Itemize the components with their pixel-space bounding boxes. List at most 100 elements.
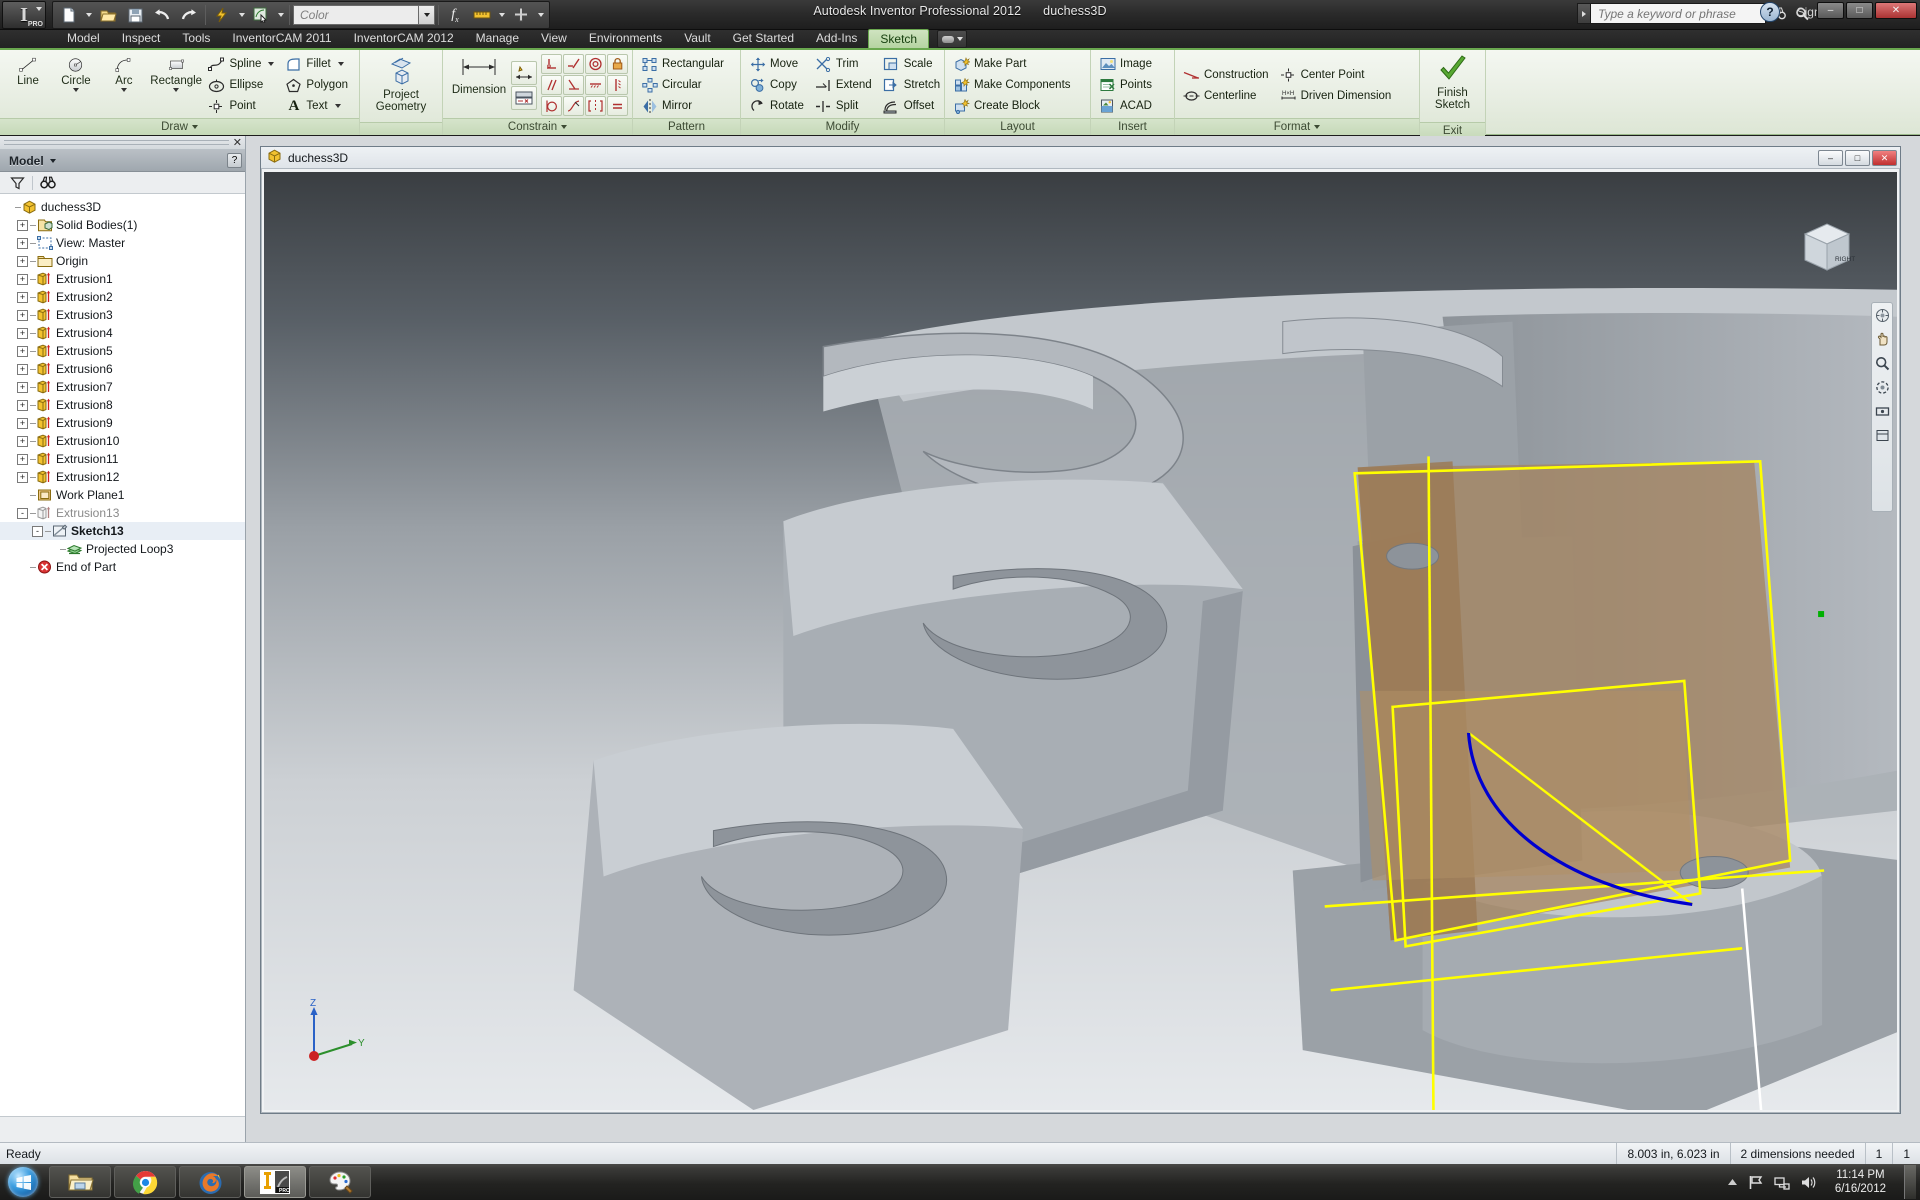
tab-add-ins[interactable]: Add-Ins bbox=[805, 29, 868, 48]
ribbon-display-options-button[interactable] bbox=[937, 30, 968, 48]
model-tree[interactable]: duchess3D + Solid Bodies(1) + View: Master + O… bbox=[0, 194, 245, 1116]
show-hidden-icons-button[interactable] bbox=[1727, 1178, 1738, 1187]
horizontal-constraint-icon[interactable] bbox=[585, 75, 606, 95]
qat-more-dropdown[interactable] bbox=[535, 3, 546, 27]
circular-pattern-button[interactable]: Circular bbox=[639, 75, 729, 95]
fix-constraint-icon[interactable] bbox=[607, 54, 628, 74]
chevron-down-icon[interactable] bbox=[268, 62, 275, 66]
perpendicular-constraint-icon[interactable] bbox=[563, 75, 584, 95]
tree-item-extrusion3[interactable]: + Extrusion3 bbox=[0, 306, 245, 324]
expand-icon[interactable]: + bbox=[17, 435, 28, 447]
action-center-flag-icon[interactable] bbox=[1748, 1175, 1764, 1190]
split-button[interactable]: Split bbox=[813, 96, 877, 116]
full-navigation-wheel-icon[interactable] bbox=[1874, 307, 1890, 323]
stretch-button[interactable]: Stretch bbox=[881, 75, 945, 95]
tab-sketch[interactable]: Sketch bbox=[868, 29, 930, 48]
ellipse-button[interactable]: Ellipse bbox=[206, 75, 279, 95]
chevron-down-icon[interactable] bbox=[120, 88, 127, 92]
parameters-button[interactable]: fx bbox=[442, 3, 468, 27]
update-dropdown[interactable] bbox=[236, 3, 247, 27]
panel-title-constrain[interactable]: Constrain bbox=[443, 118, 632, 135]
search-input[interactable] bbox=[1590, 3, 1766, 24]
taskbar-autodesk-inventor[interactable]: PRO bbox=[244, 1166, 306, 1198]
tree-item-sketch13[interactable]: - Sketch13 bbox=[0, 522, 245, 540]
scale-button[interactable]: Scale bbox=[881, 54, 945, 74]
chevron-down-icon[interactable] bbox=[334, 104, 341, 108]
collapse-icon[interactable]: - bbox=[32, 525, 43, 537]
color-style-dropdown[interactable] bbox=[419, 5, 435, 25]
minimize-button[interactable]: – bbox=[1817, 2, 1844, 19]
acad-button[interactable]: ACAD bbox=[1097, 96, 1157, 116]
select-mode-button[interactable] bbox=[248, 3, 274, 27]
tab-environments[interactable]: Environments bbox=[578, 29, 673, 48]
network-icon[interactable] bbox=[1774, 1175, 1790, 1190]
open-file-button[interactable] bbox=[95, 3, 121, 27]
image-button[interactable]: Image bbox=[1097, 54, 1157, 74]
rectangular-pattern-button[interactable]: Rectangular bbox=[639, 54, 729, 74]
tree-item-work-plane1[interactable]: Work Plane1 bbox=[0, 486, 245, 504]
center-point-button[interactable]: Center Point bbox=[1278, 65, 1397, 85]
browser-close-icon[interactable]: ✕ bbox=[233, 136, 242, 149]
centerline-button[interactable]: Centerline bbox=[1181, 86, 1274, 106]
undo-button[interactable] bbox=[149, 3, 175, 27]
trim-button[interactable]: Trim bbox=[813, 54, 877, 74]
tree-item-extrusion4[interactable]: + Extrusion4 bbox=[0, 324, 245, 342]
redo-button[interactable] bbox=[176, 3, 202, 27]
document-close-button[interactable]: ✕ bbox=[1872, 150, 1897, 166]
vertical-constraint-icon[interactable] bbox=[607, 75, 628, 95]
volume-icon[interactable] bbox=[1800, 1175, 1817, 1190]
expand-icon[interactable]: + bbox=[17, 417, 28, 429]
tab-vault[interactable]: Vault bbox=[673, 29, 721, 48]
tab-get-started[interactable]: Get Started bbox=[722, 29, 805, 48]
tree-item-view-master[interactable]: + View: Master bbox=[0, 234, 245, 252]
chevron-down-icon[interactable] bbox=[72, 88, 79, 92]
tree-item-duchess3d[interactable]: duchess3D bbox=[0, 198, 245, 216]
taskbar-clock[interactable]: 11:14 PM 6/16/2012 bbox=[1827, 1168, 1894, 1196]
panel-title-draw[interactable]: Draw bbox=[0, 118, 359, 135]
line-button[interactable]: Line bbox=[4, 53, 52, 117]
taskbar-windows-explorer[interactable] bbox=[49, 1166, 111, 1198]
rotate-button[interactable]: Rotate bbox=[747, 96, 809, 116]
browser-help-icon[interactable]: ? bbox=[227, 153, 242, 168]
zoom-icon[interactable] bbox=[1874, 355, 1890, 371]
tree-item-solid-bodies-1[interactable]: + Solid Bodies(1) bbox=[0, 216, 245, 234]
graphics-viewport[interactable]: RIGHT Z Y bbox=[264, 172, 1897, 1110]
tree-item-extrusion9[interactable]: + Extrusion9 bbox=[0, 414, 245, 432]
save-file-button[interactable] bbox=[122, 3, 148, 27]
fillet-button[interactable]: Fillet bbox=[283, 54, 353, 74]
collinear-constraint-icon[interactable] bbox=[563, 54, 584, 74]
circle-button[interactable]: Circle bbox=[52, 53, 100, 117]
tree-item-extrusion8[interactable]: + Extrusion8 bbox=[0, 396, 245, 414]
expand-icon[interactable]: + bbox=[17, 345, 28, 357]
tangent-constraint-icon[interactable] bbox=[541, 96, 562, 116]
equal-constraint-icon[interactable] bbox=[607, 96, 628, 116]
tree-item-extrusion1[interactable]: + Extrusion1 bbox=[0, 270, 245, 288]
text-button[interactable]: A Text bbox=[283, 96, 353, 116]
expand-icon[interactable]: + bbox=[17, 399, 28, 411]
tab-view[interactable]: View bbox=[530, 29, 578, 48]
tree-item-extrusion12[interactable]: + Extrusion12 bbox=[0, 468, 245, 486]
expand-icon[interactable]: + bbox=[17, 363, 28, 375]
parallel-constraint-icon[interactable] bbox=[541, 75, 562, 95]
expand-icon[interactable]: + bbox=[17, 471, 28, 483]
expand-icon[interactable]: + bbox=[17, 291, 28, 303]
view-cube[interactable]: RIGHT bbox=[1797, 220, 1857, 278]
expand-icon[interactable]: + bbox=[17, 327, 28, 339]
auto-dimension-icon[interactable] bbox=[511, 60, 537, 85]
points-button[interactable]: Points bbox=[1097, 75, 1157, 95]
application-menu-button[interactable]: I PRO bbox=[2, 1, 46, 29]
tree-item-extrusion13[interactable]: - Extrusion13 bbox=[0, 504, 245, 522]
construction-button[interactable]: Construction bbox=[1181, 65, 1274, 85]
maximize-button[interactable]: □ bbox=[1846, 2, 1873, 19]
update-button[interactable] bbox=[209, 3, 235, 27]
taskbar-mozilla-firefox[interactable] bbox=[179, 1166, 241, 1198]
make-components-button[interactable]: Make Components bbox=[951, 75, 1076, 95]
point-button[interactable]: Point bbox=[206, 96, 279, 116]
project-geometry-button[interactable]: Project Geometry bbox=[364, 52, 438, 122]
tree-item-origin[interactable]: + Origin bbox=[0, 252, 245, 270]
smooth-constraint-icon[interactable] bbox=[563, 96, 584, 116]
document-maximize-button[interactable]: □ bbox=[1845, 150, 1870, 166]
customize-qat-button[interactable] bbox=[508, 3, 534, 27]
start-button[interactable] bbox=[0, 1165, 46, 1199]
tree-item-projected-loop3[interactable]: Projected Loop3 bbox=[0, 540, 245, 558]
